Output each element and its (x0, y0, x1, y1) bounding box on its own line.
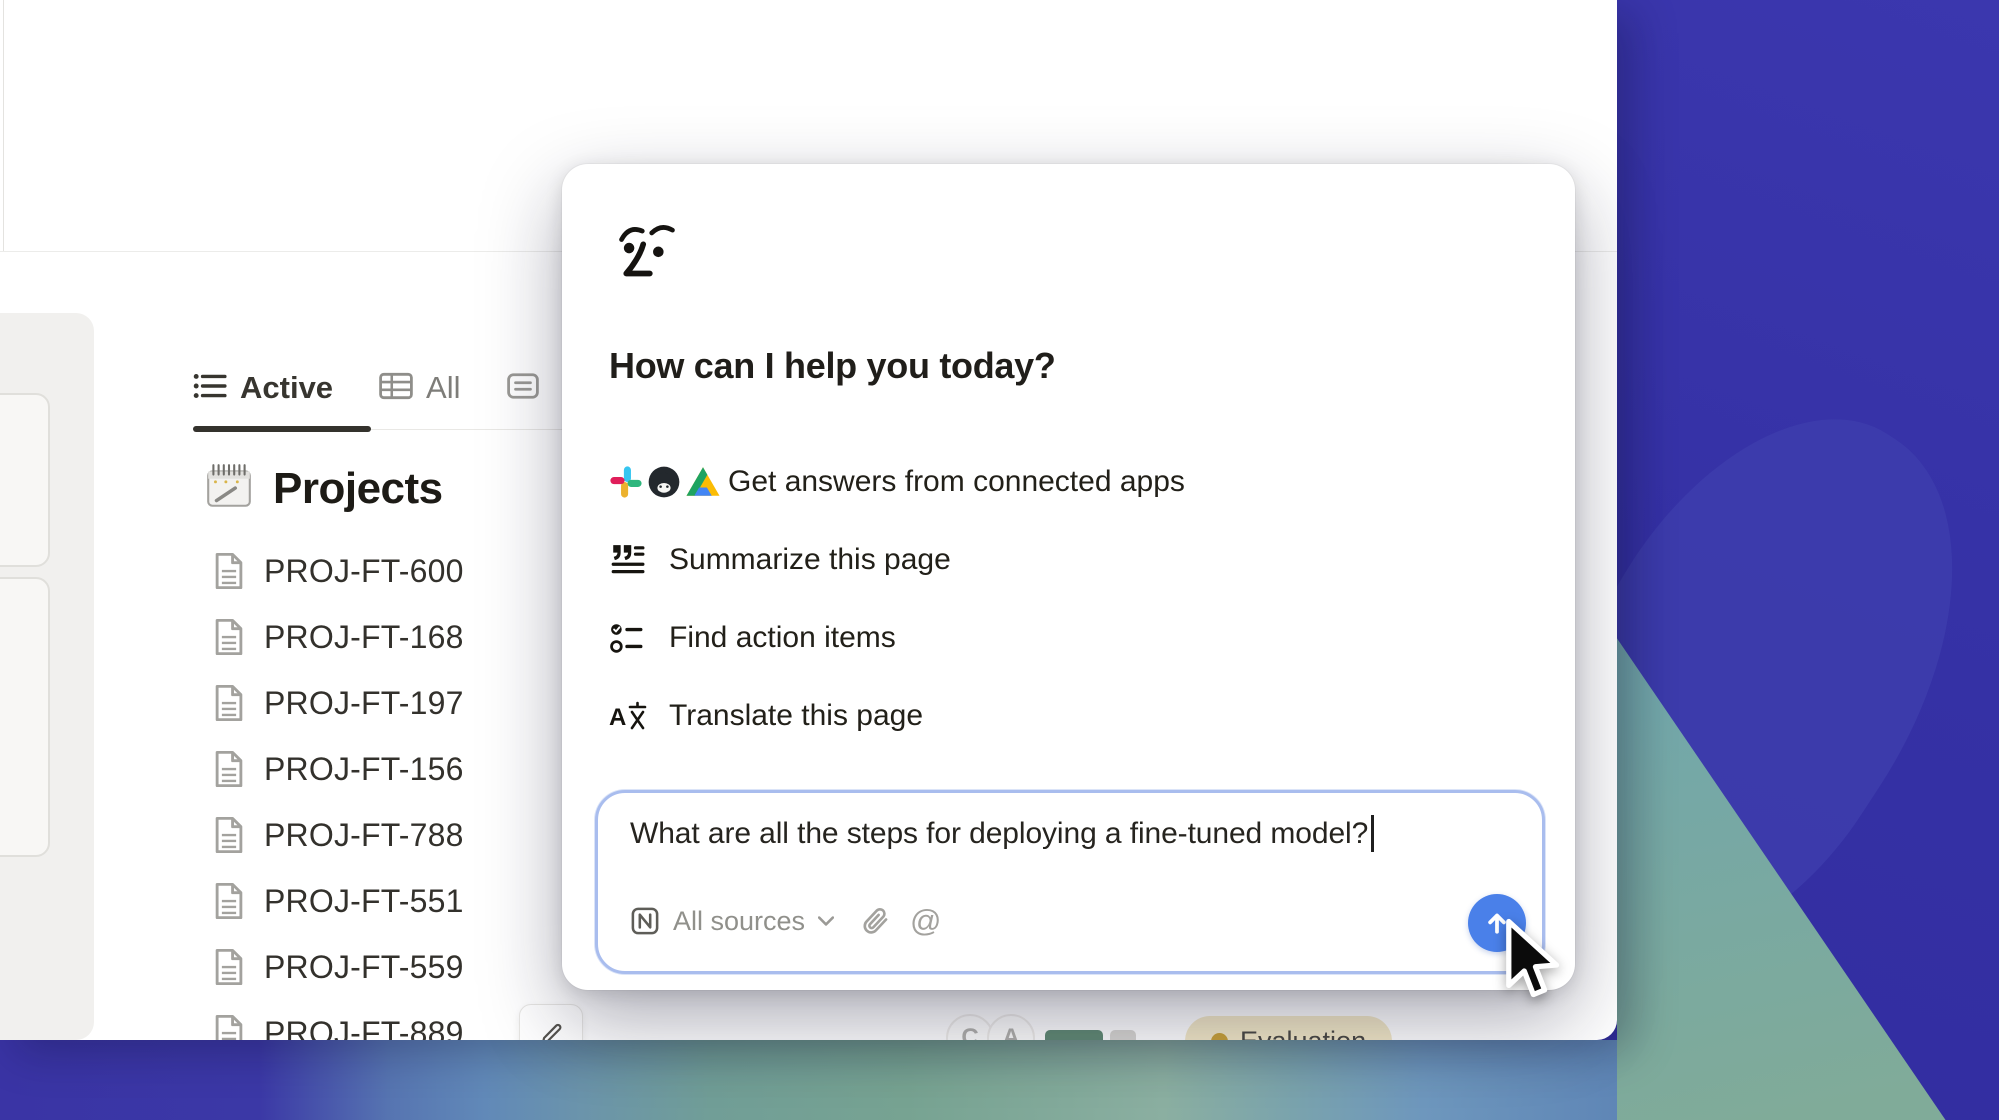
page-icon (213, 1014, 245, 1040)
mouse-cursor (1505, 918, 1567, 1009)
list-item[interactable]: PROJ-FT-156 (213, 747, 464, 791)
menu-item-label: Summarize this page (669, 543, 951, 577)
github-icon (646, 464, 682, 500)
desktop-screen: Active All (0, 0, 1999, 1120)
project-label: PROJ-FT-197 (264, 685, 464, 722)
menu-item-translate[interactable]: A Translate this page (609, 690, 1185, 741)
chevron-down-icon (818, 916, 834, 926)
view-tabs: Active All (193, 365, 539, 411)
status-badge[interactable]: Evaluation (1185, 1016, 1392, 1040)
project-label: PROJ-FT-551 (264, 883, 464, 920)
slack-icon (609, 465, 643, 499)
attachment-icon[interactable] (860, 905, 892, 937)
notion-logo-icon (630, 906, 660, 936)
page-icon (213, 882, 245, 920)
page-icon (213, 618, 245, 656)
project-label: PROJ-FT-168 (264, 619, 464, 656)
list-view-icon (193, 371, 227, 406)
page-icon (213, 684, 245, 722)
edit-button[interactable] (519, 1004, 583, 1040)
text-caret (1371, 815, 1374, 852)
page-icon (213, 816, 245, 854)
assistant-greeting: How can I help you today? (609, 345, 1056, 387)
left-panel-card[interactable] (0, 577, 50, 857)
ai-assistant-dialog: How can I help you today? (562, 164, 1575, 990)
left-panel-card[interactable] (0, 393, 50, 567)
desktop-wallpaper-bottom-strip (0, 1040, 1617, 1120)
project-label: PROJ-FT-889 (264, 1015, 464, 1041)
prompt-text: What are all the steps for deploying a f… (630, 817, 1368, 851)
google-drive-icon (685, 465, 721, 498)
connected-app-icons (609, 464, 728, 500)
page-icon (213, 948, 245, 986)
status-dot (1211, 1033, 1228, 1041)
assignee-avatars[interactable]: C A (946, 1014, 1035, 1040)
tab-all-view[interactable]: All (379, 370, 460, 406)
progress-bar-fragment (1110, 1030, 1136, 1040)
list-item[interactable]: PROJ-FT-788 (213, 813, 464, 857)
list-item[interactable]: PROJ-FT-197 (213, 681, 464, 725)
tab-label: All (426, 370, 460, 406)
project-label: PROJ-FT-156 (264, 751, 464, 788)
avatar: A (987, 1014, 1035, 1040)
assistant-menu: Get answers from connected apps Summariz… (609, 456, 1185, 741)
menu-item-label: Get answers from connected apps (728, 465, 1185, 499)
page-title: Projects (203, 460, 443, 517)
list-item[interactable]: PROJ-FT-600 (213, 549, 464, 593)
tab-active-view[interactable]: Active (193, 370, 333, 406)
project-label: PROJ-FT-600 (264, 553, 464, 590)
page-view-icon (507, 372, 539, 405)
list-item[interactable]: PROJ-FT-168 (213, 615, 464, 659)
prompt-input[interactable]: What are all the steps for deploying a f… (595, 790, 1545, 974)
menu-item-connected-apps[interactable]: Get answers from connected apps (609, 456, 1185, 507)
desktop-wallpaper (1617, 0, 1999, 1120)
menu-item-label: Find action items (669, 621, 896, 655)
menu-item-summarize[interactable]: Summarize this page (609, 534, 1185, 585)
table-view-icon (379, 371, 413, 406)
translate-icon: A (609, 700, 669, 732)
action-items-icon (609, 621, 669, 655)
list-item[interactable]: PROJ-FT-559 (213, 945, 464, 989)
notepad-emoji-icon (203, 460, 255, 517)
sidebar-divider (3, 0, 4, 251)
page-icon (213, 750, 245, 788)
list-item[interactable]: PROJ-FT-551 (213, 879, 464, 923)
svg-text:A: A (609, 704, 626, 731)
list-item[interactable]: PROJ-FT-889 (213, 1011, 464, 1040)
project-label: PROJ-FT-559 (264, 949, 464, 986)
source-selector[interactable]: All sources (630, 906, 834, 937)
project-label: PROJ-FT-788 (264, 817, 464, 854)
mention-icon[interactable]: @ (910, 903, 941, 939)
page-icon (213, 552, 245, 590)
menu-item-label: Translate this page (669, 699, 923, 733)
page-title-text: Projects (273, 464, 443, 514)
source-selector-label: All sources (673, 906, 805, 937)
prompt-controls: All sources @ (630, 897, 942, 945)
notion-ai-face-icon (614, 218, 680, 285)
summarize-icon (609, 542, 669, 578)
tab-label: Active (240, 370, 333, 406)
pencil-icon (536, 1019, 566, 1040)
project-list: PROJ-FT-600 PROJ-FT-168 PROJ-FT-197 PROJ… (213, 549, 464, 1040)
status-badge-label: Evaluation (1240, 1026, 1366, 1041)
tab-page-view[interactable] (507, 372, 539, 405)
menu-item-action-items[interactable]: Find action items (609, 612, 1185, 663)
active-tab-underline (193, 426, 371, 432)
progress-bar-fragment (1045, 1030, 1103, 1040)
prompt-input-value[interactable]: What are all the steps for deploying a f… (630, 815, 1374, 852)
